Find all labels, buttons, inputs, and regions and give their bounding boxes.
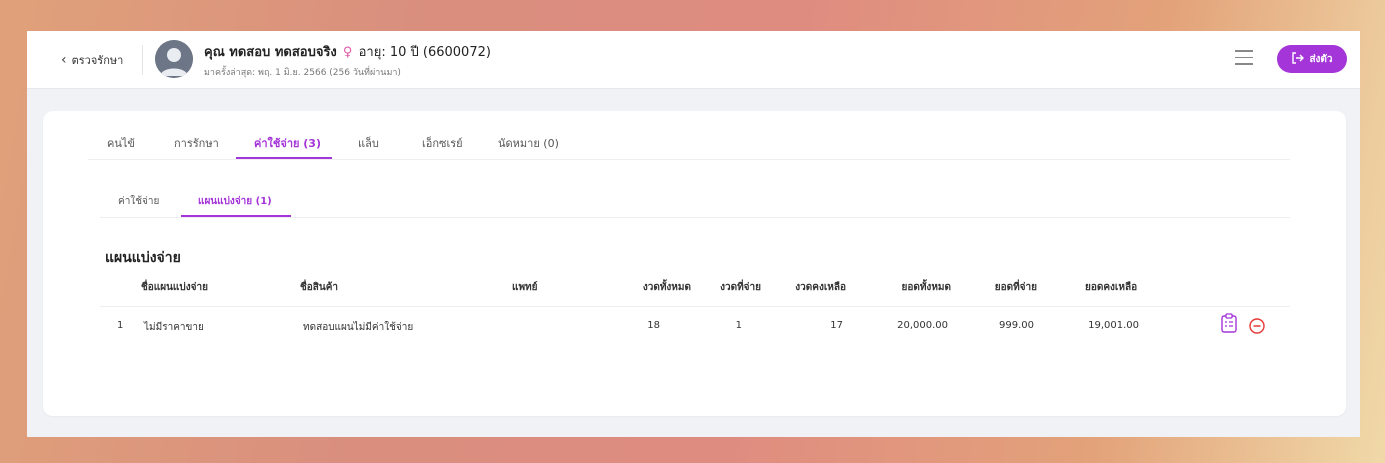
paid-installments-cell: 1 <box>735 320 742 331</box>
send-button[interactable]: ส่งตัว <box>1277 45 1347 73</box>
patient-name: คุณ ทดสอบ ทดสอบจริง <box>204 45 337 60</box>
column-header: ชื่อสินค้า <box>300 282 339 293</box>
active-tab-indicator <box>236 157 332 159</box>
hamburger-menu-icon[interactable] <box>1235 50 1253 66</box>
minus-circle-icon[interactable] <box>1249 318 1265 338</box>
divider <box>142 45 143 75</box>
tab-patient[interactable]: คนไข้ <box>107 134 135 152</box>
top-bar: ‹ ตรวจรักษา คุณ ทดสอบ ทดสอบจริง ♀ อายุ: … <box>27 31 1360 89</box>
column-header: แพทย์ <box>512 282 538 293</box>
tab-treatment[interactable]: การรักษา <box>174 134 219 152</box>
column-header: ชื่อแผนแบ่งจ่าย <box>141 282 208 293</box>
column-header: ยอดที่จ่าย <box>994 282 1037 293</box>
send-button-label: ส่งตัว <box>1309 53 1333 65</box>
column-header: ยอดทั้งหมด <box>901 282 951 293</box>
plan-name-cell: ไม่มีราคาขาย <box>144 322 204 333</box>
main-tabs: คนไข้ การรักษา ค่าใช้จ่าย (3) แล็บ เอ็กซ… <box>88 111 1290 160</box>
product-cell: ทดสอบแผนไม่มีค่าใช้จ่าย <box>303 322 414 333</box>
arrow-right-bracket-icon <box>1291 51 1305 67</box>
column-header: ยอดคงเหลือ <box>1085 282 1138 293</box>
paid-amount-cell: 999.00 <box>999 320 1034 331</box>
content-card: คนไข้ การรักษา ค่าใช้จ่าย (3) แล็บ เอ็กซ… <box>43 111 1346 416</box>
tab-lab[interactable]: แล็บ <box>358 134 379 152</box>
female-icon: ♀ <box>342 45 353 60</box>
section-title: แผนแบ่งจ่าย <box>105 250 181 266</box>
last-visit-text: มาครั้งล่าสุด: พฤ. 1 มิ.ย. 2566 (256 วัน… <box>204 68 401 78</box>
tab-xray[interactable]: เอ็กซเรย์ <box>422 134 463 152</box>
row-index: 1 <box>117 320 124 331</box>
total-amount-cell: 20,000.00 <box>897 320 948 331</box>
tab-appointments[interactable]: นัดหมาย (0) <box>498 134 559 152</box>
clipboard-list-icon[interactable] <box>1221 313 1237 337</box>
back-label: ตรวจรักษา <box>71 54 124 67</box>
app-window: ‹ ตรวจรักษา คุณ ทดสอบ ทดสอบจริง ♀ อายุ: … <box>27 31 1360 437</box>
patient-age: อายุ: 10 ปี (6600072) <box>358 45 491 60</box>
user-avatar-icon <box>155 40 193 78</box>
remaining-installments-cell: 17 <box>830 320 843 331</box>
sub-tabs: ค่าใช้จ่าย แผนแบ่งจ่าย (1) <box>100 160 1290 218</box>
patient-info: คุณ ทดสอบ ทดสอบจริง ♀ อายุ: 10 ปี (66000… <box>204 41 491 62</box>
remaining-amount-cell: 19,001.00 <box>1088 320 1139 331</box>
active-subtab-indicator <box>181 215 291 217</box>
chevron-left-icon: ‹ <box>61 52 67 68</box>
table-header-divider <box>100 306 1290 307</box>
subtab-expenses[interactable]: ค่าใช้จ่าย <box>118 194 159 209</box>
back-button[interactable]: ‹ ตรวจรักษา <box>61 51 123 69</box>
column-header: งวดคงเหลือ <box>795 282 846 293</box>
subtab-installment-plan[interactable]: แผนแบ่งจ่าย (1) <box>198 194 272 209</box>
tab-expenses[interactable]: ค่าใช้จ่าย (3) <box>254 134 321 152</box>
